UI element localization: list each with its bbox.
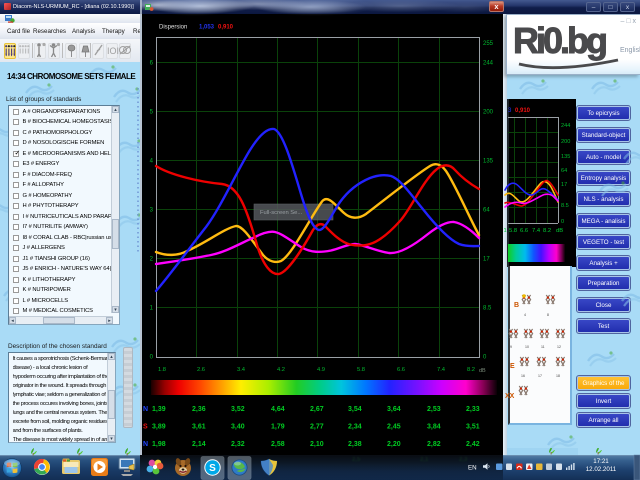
svg-text:2,42: 2,42: [466, 441, 480, 448]
svg-text:3,52: 3,52: [231, 406, 245, 413]
svg-text:8: 8: [547, 313, 549, 317]
svg-text:XX: XX: [505, 393, 515, 400]
svg-text:4: 4: [524, 313, 526, 317]
svg-text:3: 3: [150, 208, 154, 214]
svg-text:17: 17: [483, 257, 490, 263]
svg-text:3,61: 3,61: [192, 424, 206, 431]
svg-text:4.9: 4.9: [317, 367, 325, 373]
svg-text:2,77: 2,77: [310, 424, 324, 431]
svg-text:11: 11: [541, 345, 545, 349]
svg-text:Full-screen Se...: Full-screen Se...: [260, 210, 303, 216]
svg-text:9: 9: [510, 345, 512, 349]
svg-text:3.4: 3.4: [237, 367, 246, 373]
svg-text:2,58: 2,58: [271, 441, 285, 448]
svg-text:4: 4: [150, 159, 154, 165]
svg-text:1,98: 1,98: [152, 441, 166, 448]
svg-text:18: 18: [556, 374, 560, 378]
svg-text:0,910: 0,910: [515, 108, 531, 114]
svg-text:135: 135: [561, 154, 570, 160]
svg-text:10: 10: [525, 345, 529, 349]
svg-text:2,14: 2,14: [192, 441, 206, 448]
svg-text:dB: dB: [479, 368, 486, 374]
svg-text:8.2: 8.2: [543, 228, 551, 234]
svg-text:244: 244: [561, 123, 570, 129]
svg-text:2,32: 2,32: [231, 441, 245, 448]
svg-text:6: 6: [150, 61, 154, 67]
svg-text:3,84: 3,84: [427, 424, 441, 431]
svg-text:135: 135: [483, 159, 494, 165]
svg-text:N: N: [143, 406, 148, 413]
svg-text:3,51: 3,51: [466, 424, 480, 431]
svg-text:244: 244: [483, 61, 494, 67]
svg-text:2,5: 2,5: [352, 457, 361, 463]
svg-text:1,79: 1,79: [271, 424, 285, 431]
svg-text:0: 0: [561, 219, 564, 225]
svg-text:1.8: 1.8: [158, 367, 166, 373]
svg-text:3,89: 3,89: [152, 424, 166, 431]
svg-text:1: 1: [150, 306, 154, 312]
svg-text:2: 2: [150, 257, 154, 263]
svg-text:S: S: [143, 424, 148, 431]
svg-text:8.5: 8.5: [483, 306, 492, 312]
svg-text:2,20: 2,20: [387, 441, 401, 448]
svg-text:2,1: 2,1: [420, 457, 429, 463]
svg-text:1,39: 1,39: [152, 406, 166, 413]
svg-text:3: 3: [508, 108, 512, 114]
svg-text:2,45: 2,45: [387, 424, 401, 431]
svg-text:3,54: 3,54: [348, 406, 362, 413]
svg-text:16: 16: [521, 374, 525, 378]
svg-text:0,910: 0,910: [218, 25, 234, 31]
svg-text:5.8: 5.8: [357, 367, 365, 373]
svg-text:200: 200: [561, 139, 570, 145]
svg-text:2,34: 2,34: [348, 424, 362, 431]
svg-text:2,36: 2,36: [192, 406, 206, 413]
svg-text:6.6: 6.6: [397, 367, 405, 373]
svg-text:6.6: 6.6: [520, 228, 528, 234]
svg-text:7.4: 7.4: [532, 228, 541, 234]
svg-text:3,40: 3,40: [231, 424, 245, 431]
svg-text:dB: dB: [556, 228, 563, 234]
svg-text:2.6: 2.6: [197, 367, 205, 373]
svg-text:2,10: 2,10: [310, 441, 324, 448]
svg-text:200: 200: [483, 110, 494, 116]
svg-text:17: 17: [538, 374, 542, 378]
svg-text:2,3: 2,3: [459, 457, 468, 463]
svg-text:1,053: 1,053: [199, 25, 215, 31]
svg-text:4,64: 4,64: [271, 406, 285, 413]
svg-text:12: 12: [557, 345, 561, 349]
svg-text:17: 17: [561, 182, 567, 188]
svg-text:7.4: 7.4: [437, 367, 446, 373]
svg-text:1: 1: [504, 228, 507, 234]
svg-text:N: N: [143, 441, 148, 448]
svg-text:3,64: 3,64: [387, 406, 401, 413]
svg-text:2,82: 2,82: [427, 441, 441, 448]
svg-text:0: 0: [483, 355, 487, 361]
svg-text:EN: EN: [468, 465, 477, 472]
svg-text:B: B: [514, 302, 519, 309]
svg-text:E: E: [510, 363, 515, 370]
svg-text:5.8: 5.8: [509, 228, 517, 234]
svg-text:8.5: 8.5: [561, 203, 569, 209]
svg-text:4.2: 4.2: [277, 367, 285, 373]
svg-text:2,33: 2,33: [466, 406, 480, 413]
svg-text:Dispersion: Dispersion: [159, 25, 187, 31]
svg-text:IOI: IOI: [107, 46, 119, 56]
svg-text:255: 255: [483, 41, 494, 47]
svg-text:5: 5: [150, 110, 154, 116]
svg-text:64: 64: [561, 168, 567, 174]
svg-text:2,53: 2,53: [427, 406, 441, 413]
svg-text:S: S: [209, 463, 216, 474]
svg-text:64: 64: [483, 208, 490, 214]
svg-text:2,38: 2,38: [348, 441, 362, 448]
svg-text:0: 0: [150, 355, 154, 361]
svg-text:8.2: 8.2: [467, 367, 475, 373]
svg-text:2,67: 2,67: [310, 406, 324, 413]
